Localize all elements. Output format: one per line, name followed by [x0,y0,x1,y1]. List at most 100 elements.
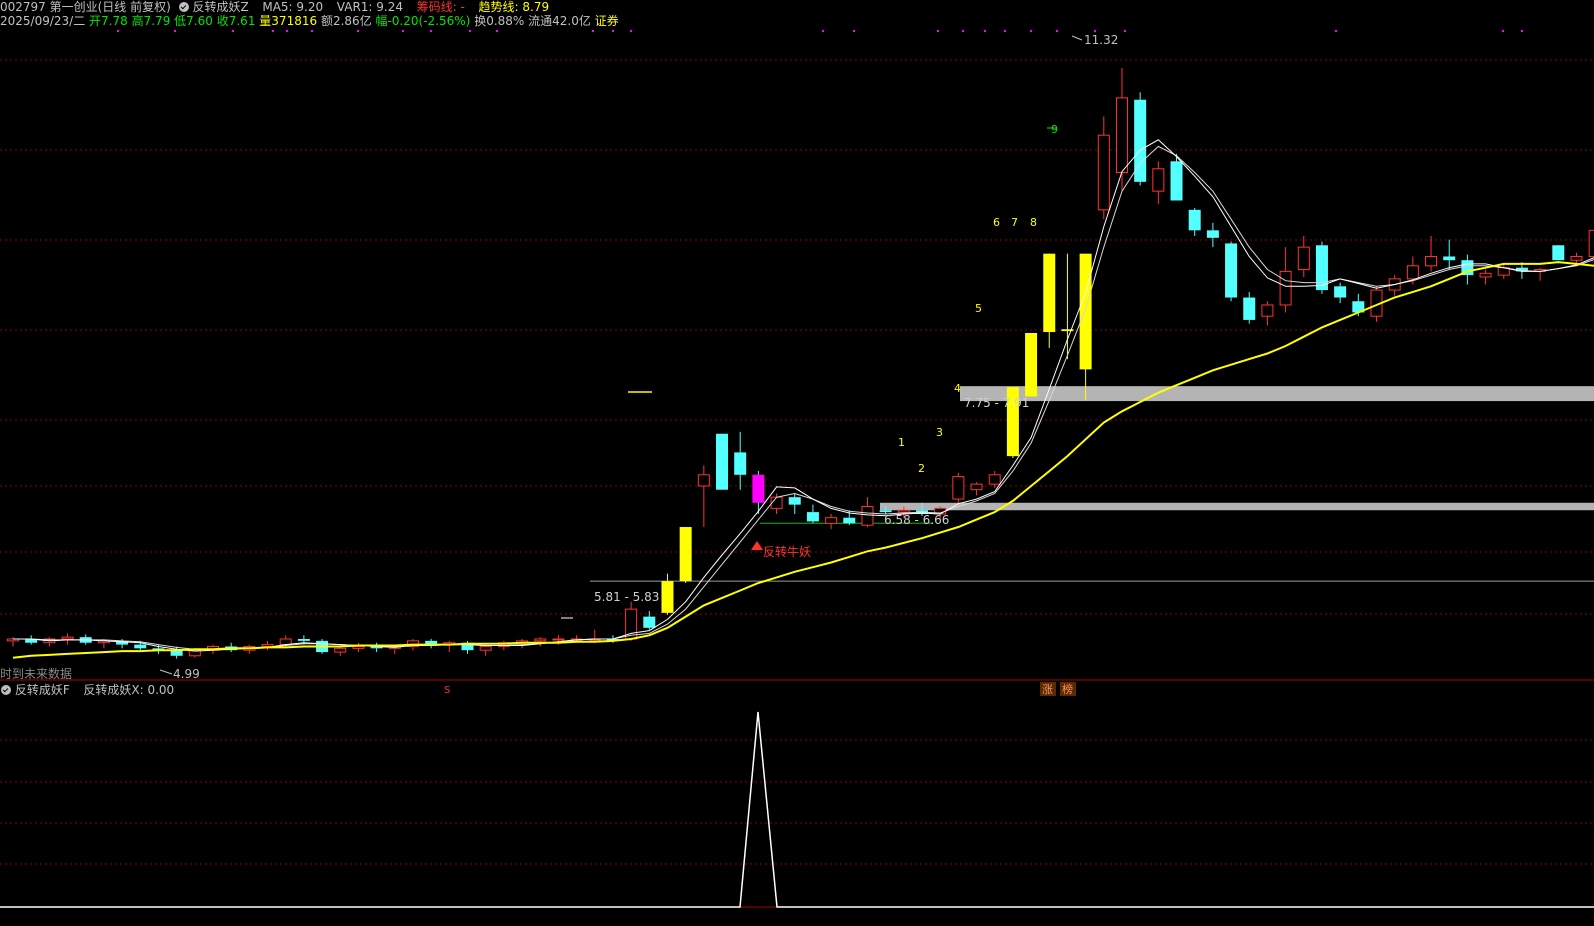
event-dot [430,30,432,32]
candle-body [953,477,964,499]
candle-body [1080,254,1092,370]
event-dot [232,30,234,32]
candle-body [1298,247,1309,269]
count-label: 1 [898,436,905,449]
event-dot [1502,30,1504,32]
chart-canvas[interactable]: 11.324.997.75 - 7.916.58 - 6.665.81 - 5.… [0,0,1594,922]
candle-body [680,527,692,581]
header-line-1: 002797 第一创业(日线 前复权) 反转成妖Z MA5: 9.20 VAR1… [0,0,549,14]
candle-body [1262,305,1273,316]
zhang-label: 涨 [1042,683,1053,696]
candle-body [62,637,73,639]
lower-pane-header: 反转成妖F 反转成妖X: 0.00 [0,683,174,697]
count-label: 7 [1011,216,1018,229]
candle-body [826,518,837,524]
candle-body [698,475,709,486]
quote-open: 开7.78 [89,14,128,28]
lower-indicator-pane [0,712,1594,907]
signal-arrow-icon [751,541,763,550]
var1-value: VAR1: 9.24 [337,0,403,14]
count-label: 2 [918,462,925,475]
signal-label: 反转牛妖 [763,544,811,559]
candle-body [1189,210,1201,231]
candle-body [1480,273,1491,277]
s-mark: S [444,685,450,696]
count-label: 6 [993,216,1000,229]
candle-body [1098,135,1109,210]
event-dot [1004,30,1006,32]
candle-body [1571,256,1582,260]
event-dot [612,30,614,32]
quote-float: 流通42.0亿 [528,14,591,28]
trend-line [13,262,1594,658]
count-label: 5 [975,302,982,315]
event-dot [272,30,274,32]
candle-body [1552,245,1564,260]
event-dot [174,30,176,32]
candle-body [661,581,673,613]
future-data-label: 时到未来数据 [0,666,72,681]
ma5-value: MA5: 9.20 [262,0,323,14]
event-dot [311,30,313,32]
quote-sector[interactable]: 证券 [595,14,619,28]
candle-body [1225,243,1237,297]
indicator-name[interactable]: 反转成妖Z [192,0,248,14]
zone-high-label: 7.75 - 7.91 [964,396,1029,410]
chip-line-value: 筹码线: - [417,0,465,14]
candle-body [262,645,273,647]
lower-indicator-name[interactable]: 反转成妖F [15,683,70,697]
candle-body [1116,98,1127,173]
candle-body [298,639,310,641]
quote-turnover: 换0.88% [474,14,524,28]
lower-indicator-line [0,712,1594,907]
candle-body [734,452,746,474]
zone-band-mid [880,503,1594,510]
grid-lines [0,30,1594,907]
candle-body [1243,298,1255,320]
candle-body [1025,333,1037,396]
candle-body [1426,256,1437,265]
lower-indicator-value: 反转成妖X: 0.00 [83,683,174,697]
stock-title: 002797 第一创业(日线 前复权) [0,0,171,14]
header-line-2: 2025/09/23/二 开7.78 高7.79 低7.60 收7.61 量37… [0,14,619,28]
event-dot [984,30,986,32]
candle-body [752,475,764,503]
event-dot [937,30,939,32]
candle-body [1280,271,1291,305]
zone-band-high [960,386,1594,401]
candle-body [789,497,801,504]
candle-body [1171,161,1183,200]
candle-body [353,646,364,648]
candle-body [1153,169,1164,191]
candle-body [989,475,1000,484]
event-dot [630,30,632,32]
event-dot [1056,30,1058,32]
quote-close: 收7.61 [217,14,256,28]
candle-body [553,639,564,640]
check-icon[interactable] [1,685,11,695]
zone-low-label: 5.81 - 5.83 [594,590,659,604]
quote-high: 高7.79 [132,14,171,28]
event-dot [357,30,359,32]
quote-volume: 量371816 [259,14,317,28]
candle-body [716,434,728,490]
peak-pointer [1072,36,1082,40]
check-icon[interactable] [179,2,189,12]
event-dot [1124,30,1126,32]
event-dot [402,30,404,32]
candle-body [898,510,909,512]
candle-body [1316,245,1328,290]
candle-body [1334,286,1346,297]
candle-body [1443,256,1455,260]
quote-low: 低7.60 [174,14,213,28]
candle-body [880,510,892,512]
event-dot [962,30,964,32]
event-dot [117,30,119,32]
chart-annotations: 11.324.997.75 - 7.916.58 - 6.665.81 - 5.… [0,33,1118,696]
candle-body [1043,254,1055,332]
count-label: 9 [1051,123,1058,136]
event-dot [1335,30,1337,32]
candle-body [535,639,546,641]
low-pointer [160,670,172,674]
trend-line-value: 趋势线: 8.79 [479,0,550,14]
